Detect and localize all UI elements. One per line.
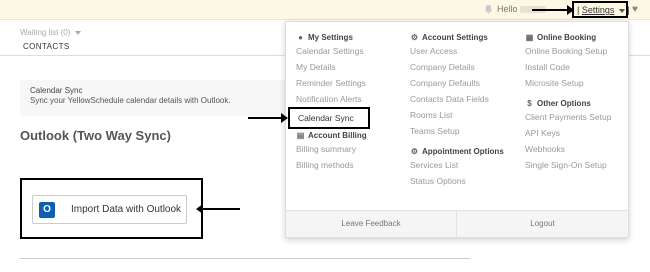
import-outlook-button[interactable]: O Import Data with Outlook — [32, 195, 187, 224]
heart-icon[interactable]: ♥ — [632, 4, 638, 15]
settings-dropdown-menu: ● My Settings Calendar Settings My Detai… — [285, 21, 629, 238]
hello-text: Hello — [497, 4, 518, 14]
outlook-icon: O — [39, 202, 55, 218]
calendar-icon: ▦ — [525, 32, 534, 42]
user-icon: ● — [298, 32, 303, 42]
menu-item-contacts-data-fields[interactable]: Contacts Data Fields — [410, 91, 520, 107]
section-header-account-settings: ⚙ Account Settings — [410, 31, 520, 43]
dropdown-footer: Leave Feedback Logout — [286, 210, 628, 238]
calendar-sync-description: Sync your YellowSchedule calendar detail… — [30, 96, 231, 105]
menu-item-teams-setup[interactable]: Teams Setup — [410, 123, 520, 139]
logout-button[interactable]: Logout — [457, 211, 628, 238]
section-header-label: Appointment Options — [422, 146, 504, 156]
menu-item-microsite-setup[interactable]: Microsite Setup — [525, 75, 635, 91]
bell-icon[interactable] — [484, 4, 493, 14]
section-header-online-booking: ▦ Online Booking — [525, 31, 635, 43]
top-bar: Hello | Settings | ♥ — [0, 0, 650, 20]
dollar-icon: $ — [527, 98, 532, 108]
section-header-label: My Settings — [308, 32, 353, 42]
gear-icon: ⚙ — [410, 32, 419, 42]
menu-item-client-payments-setup[interactable]: Client Payments Setup — [525, 109, 635, 125]
menu-item-services-list[interactable]: Services List — [410, 157, 520, 173]
menu-item-calendar-settings[interactable]: Calendar Settings — [296, 43, 406, 59]
caret-down-icon — [618, 8, 625, 13]
menu-item-status-options[interactable]: Status Options — [410, 173, 520, 189]
menu-item-billing-methods[interactable]: Billing methods — [296, 157, 406, 173]
waiting-list-link[interactable]: Waiting list (0) — [20, 28, 81, 37]
annotation-arrow-settings — [532, 5, 574, 15]
calendar-sync-panel: Calendar Sync Sync your YellowSchedule c… — [20, 80, 290, 116]
menu-item-reminder-settings[interactable]: Reminder Settings — [296, 75, 406, 91]
dropdown-column-account-settings: ⚙ Account Settings User Access Company D… — [410, 31, 520, 189]
menu-item-company-details[interactable]: Company Details — [410, 59, 520, 75]
settings-label: Settings — [581, 5, 615, 15]
section-header-account-billing: ▤ Account Billing — [296, 129, 406, 141]
menu-item-calendar-sync[interactable]: Calendar Sync — [288, 107, 370, 129]
menu-item-online-booking-setup[interactable]: Online Booking Setup — [525, 43, 635, 59]
waiting-list-label: Waiting list (0) — [20, 28, 71, 37]
menu-item-notification-alerts[interactable]: Notification Alerts — [296, 91, 406, 107]
settings-menu-toggle[interactable]: | Settings | — [572, 1, 630, 18]
separator: | — [627, 5, 630, 15]
leave-feedback-button[interactable]: Leave Feedback — [286, 211, 457, 238]
dropdown-column-online-booking: ▦ Online Booking Online Booking Setup In… — [525, 31, 635, 173]
menu-item-single-sign-on-setup[interactable]: Single Sign-On Setup — [525, 157, 635, 173]
tab-contacts[interactable]: CONTACTS — [23, 42, 70, 51]
menu-item-company-defaults[interactable]: Company Defaults — [410, 75, 520, 91]
menu-item-install-code[interactable]: Install Code — [525, 59, 635, 75]
menu-item-my-details[interactable]: My Details — [296, 59, 406, 75]
section-header-label: Other Options — [537, 98, 591, 108]
page-title: Outlook (Two Way Sync) — [20, 128, 171, 143]
annotation-arrow-import — [196, 204, 240, 214]
menu-item-user-access[interactable]: User Access — [410, 43, 520, 59]
section-header-my-settings: ● My Settings — [296, 31, 406, 43]
menu-item-billing-summary[interactable]: Billing summary — [296, 141, 406, 157]
credit-card-icon: ▤ — [296, 130, 305, 140]
section-header-other-options: $ Other Options — [525, 97, 635, 109]
separator: | — [577, 5, 580, 15]
section-header-label: Online Booking — [537, 32, 597, 42]
import-outlook-label: Import Data with Outlook — [71, 204, 182, 215]
section-header-appointment-options: ⚙ Appointment Options — [410, 145, 520, 157]
content-divider — [20, 258, 470, 259]
section-header-label: Account Settings — [422, 32, 488, 42]
menu-item-rooms-list[interactable]: Rooms List — [410, 107, 520, 123]
gears-icon: ⚙ — [410, 146, 419, 156]
dropdown-column-my-settings: ● My Settings Calendar Settings My Detai… — [296, 31, 406, 173]
menu-item-webhooks[interactable]: Webhooks — [525, 141, 635, 157]
calendar-sync-label: Calendar Sync — [298, 113, 354, 123]
section-header-label: Account Billing — [308, 130, 367, 140]
calendar-sync-title: Calendar Sync — [30, 86, 83, 95]
annotation-arrow-calendar-sync — [248, 113, 288, 123]
caret-down-icon — [74, 30, 81, 35]
menu-item-api-keys[interactable]: API Keys — [525, 125, 635, 141]
